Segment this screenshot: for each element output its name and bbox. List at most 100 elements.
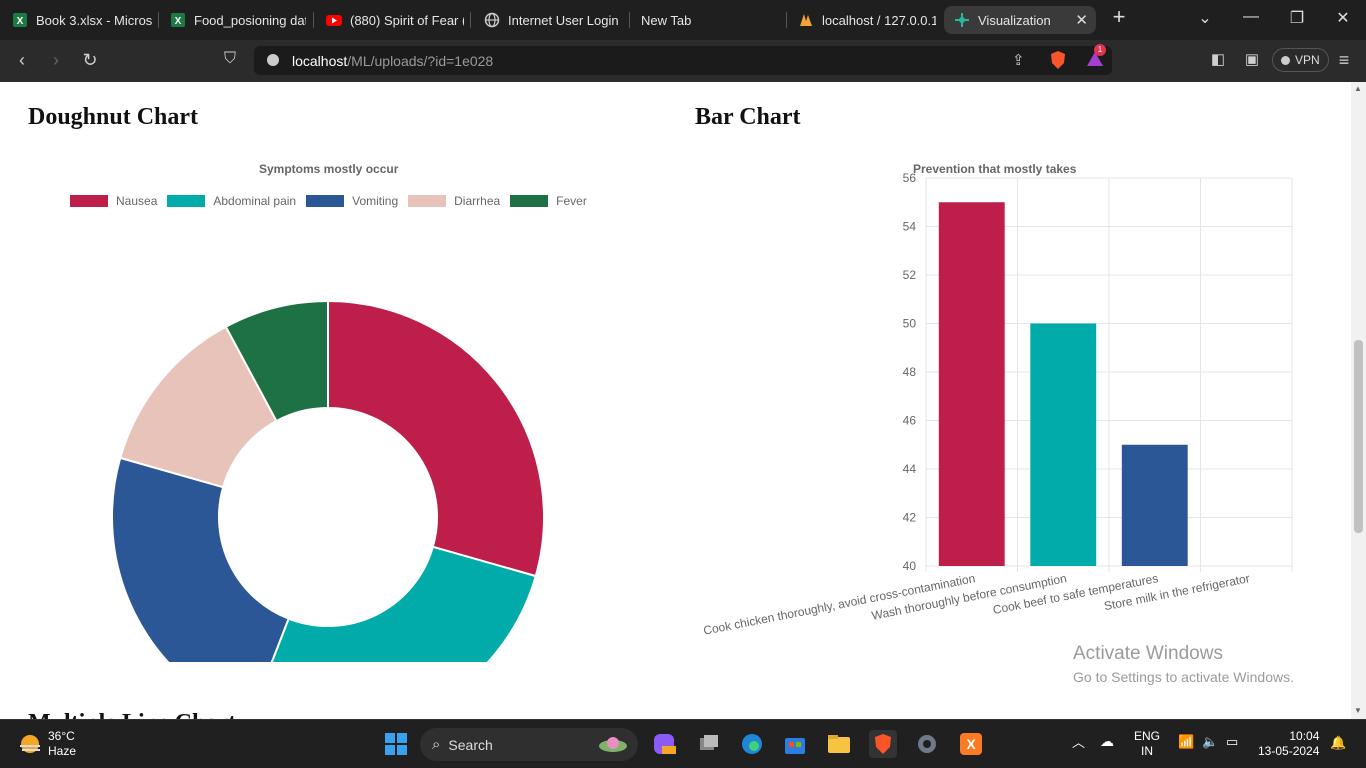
site-info-icon[interactable]	[266, 52, 280, 73]
doughnut-slice[interactable]	[111, 456, 290, 662]
file-explorer-icon[interactable]	[825, 730, 853, 758]
vpn-label: VPN	[1295, 53, 1320, 67]
weather-temp: 36°C	[48, 729, 75, 743]
tab-label: Food_posioning data	[194, 12, 306, 28]
y-tick-label: 52	[903, 268, 917, 282]
wifi-icon[interactable]: 📶	[1178, 734, 1194, 749]
y-tick-label: 42	[903, 511, 917, 525]
y-tick-label: 50	[903, 317, 917, 331]
excel-icon: X	[170, 12, 186, 28]
legend-item[interactable]: Fever	[510, 194, 587, 208]
tray-overflow-chevron-icon[interactable]: ︿	[1072, 735, 1085, 750]
weather-icon[interactable]	[16, 731, 44, 762]
address-bar[interactable]: localhost/ML/uploads/?id=1e028 ⇪ 1	[254, 44, 1112, 75]
page-scrollbar[interactable]: ▲ ▼	[1351, 82, 1366, 719]
legend-label: Vomiting	[352, 194, 399, 208]
tab-label: New Tab	[641, 12, 692, 28]
doughnut-chart-title: Symptoms mostly occur	[259, 162, 399, 176]
windows-start-icon[interactable]	[382, 730, 410, 758]
new-tab-icon[interactable]: +	[1104, 4, 1134, 30]
bar[interactable]	[1030, 323, 1097, 567]
legend-item[interactable]: Diarrhea	[408, 194, 500, 208]
minimize-icon[interactable]: —	[1236, 8, 1266, 26]
svg-text:X: X	[966, 736, 976, 752]
doughnut-slice[interactable]	[250, 545, 537, 662]
tab-visualization[interactable]: Visualization ✕	[944, 6, 1096, 34]
y-tick-label: 54	[903, 220, 917, 234]
legend-item[interactable]: Abdominal pain	[167, 194, 296, 208]
back-icon[interactable]: ‹	[10, 50, 34, 71]
y-tick-label: 56	[903, 172, 917, 185]
scroll-up-icon[interactable]: ▲	[1354, 84, 1362, 93]
phpmyadmin-icon	[798, 12, 814, 28]
tab-separator	[629, 12, 630, 28]
tab-youtube[interactable]: (880) Spirit of Fear (2	[326, 6, 464, 34]
doughnut-slice[interactable]	[327, 299, 545, 578]
sidebar-icon[interactable]: ◧	[1206, 50, 1230, 68]
restore-icon[interactable]: ❐	[1282, 8, 1312, 28]
legend-label: Diarrhea	[454, 194, 501, 208]
battery-icon[interactable]: ▭	[1226, 734, 1238, 749]
tab-food-posioning[interactable]: X Food_posioning data	[170, 6, 306, 34]
bar[interactable]	[938, 202, 1005, 566]
weather-widget[interactable]: 36°C Haze	[48, 729, 76, 759]
wallet-icon[interactable]: ▣	[1240, 50, 1264, 68]
legend-item[interactable]: Nausea	[70, 194, 157, 208]
legend-label: Nausea	[116, 194, 158, 208]
tab-list-chevron-icon[interactable]: ⌄	[1190, 8, 1220, 28]
clock-time: 10:04	[1289, 729, 1320, 743]
menu-icon[interactable]: ≡	[1332, 50, 1356, 71]
share-icon[interactable]: ⇪	[1012, 51, 1025, 69]
reload-icon[interactable]: ↻	[78, 50, 102, 71]
tab-phpmyadmin[interactable]: localhost / 127.0.0.1 /	[798, 6, 936, 34]
bar[interactable]	[1121, 444, 1188, 566]
globe-icon	[484, 12, 500, 28]
watermark-line2: Go to Settings to activate Windows.	[1073, 669, 1294, 685]
store-icon[interactable]	[781, 730, 809, 758]
youtube-icon	[326, 12, 342, 28]
brave-shields-icon[interactable]	[1049, 50, 1067, 75]
doughnut-heading: Doughnut Chart	[28, 104, 199, 130]
tab-label: Internet User Login	[508, 12, 619, 28]
edge-icon[interactable]	[738, 730, 766, 758]
weather-desc: Haze	[48, 744, 77, 758]
copilot-icon[interactable]	[650, 730, 678, 758]
close-tab-icon[interactable]: ✕	[1075, 11, 1088, 29]
y-tick-label: 44	[903, 462, 917, 476]
tab-internet-login[interactable]: Internet User Login	[484, 6, 624, 34]
windows-taskbar: 36°C Haze ⌕ Search X ︿ ☁ ENG IN 📶 🔈 ▭ 10…	[0, 719, 1366, 768]
doughnut-chart	[111, 299, 545, 662]
settings-icon[interactable]	[913, 730, 941, 758]
language-indicator[interactable]: ENG IN	[1134, 729, 1160, 759]
doughnut-legend: Nausea Abdominal pain Vomiting Diarrhea …	[70, 194, 597, 208]
notification-bell-icon[interactable]: 🔔	[1330, 735, 1346, 750]
search-highlight-icon	[598, 734, 628, 757]
xampp-icon[interactable]: X	[957, 730, 985, 758]
y-tick-label: 46	[903, 414, 917, 428]
window-close-icon[interactable]: ✕	[1328, 8, 1358, 28]
tab-book3[interactable]: X Book 3.xlsx - Microso	[12, 6, 152, 34]
lang-line2: IN	[1141, 744, 1153, 758]
y-tick-label: 48	[903, 365, 917, 379]
scroll-down-icon[interactable]: ▼	[1354, 706, 1362, 715]
scrollbar-thumb[interactable]	[1354, 340, 1363, 533]
brave-taskbar-icon[interactable]	[869, 730, 897, 758]
clock[interactable]: 10:04 13-05-2024	[1258, 729, 1319, 759]
vpn-button[interactable]: VPN	[1272, 48, 1329, 72]
activate-windows-watermark: Activate Windows Go to Settings to activ…	[1073, 643, 1294, 685]
legend-item[interactable]: Vomiting	[306, 194, 398, 208]
onedrive-icon[interactable]: ☁	[1100, 734, 1114, 749]
tab-separator	[786, 12, 787, 28]
bookmark-icon[interactable]: ⛉	[218, 50, 242, 68]
volume-icon[interactable]: 🔈	[1202, 734, 1218, 749]
tab-new-tab[interactable]: New Tab	[641, 6, 781, 34]
task-view-icon[interactable]	[695, 730, 723, 758]
svg-text:X: X	[17, 16, 24, 27]
search-label: Search	[448, 736, 493, 753]
forward-icon[interactable]: ›	[44, 50, 68, 71]
legend-swatch	[167, 195, 206, 207]
tab-label: (880) Spirit of Fear (2	[350, 12, 464, 28]
legend-swatch	[70, 195, 108, 207]
taskbar-search[interactable]: ⌕ Search	[420, 728, 638, 761]
rewards-badge: 1	[1094, 44, 1106, 56]
